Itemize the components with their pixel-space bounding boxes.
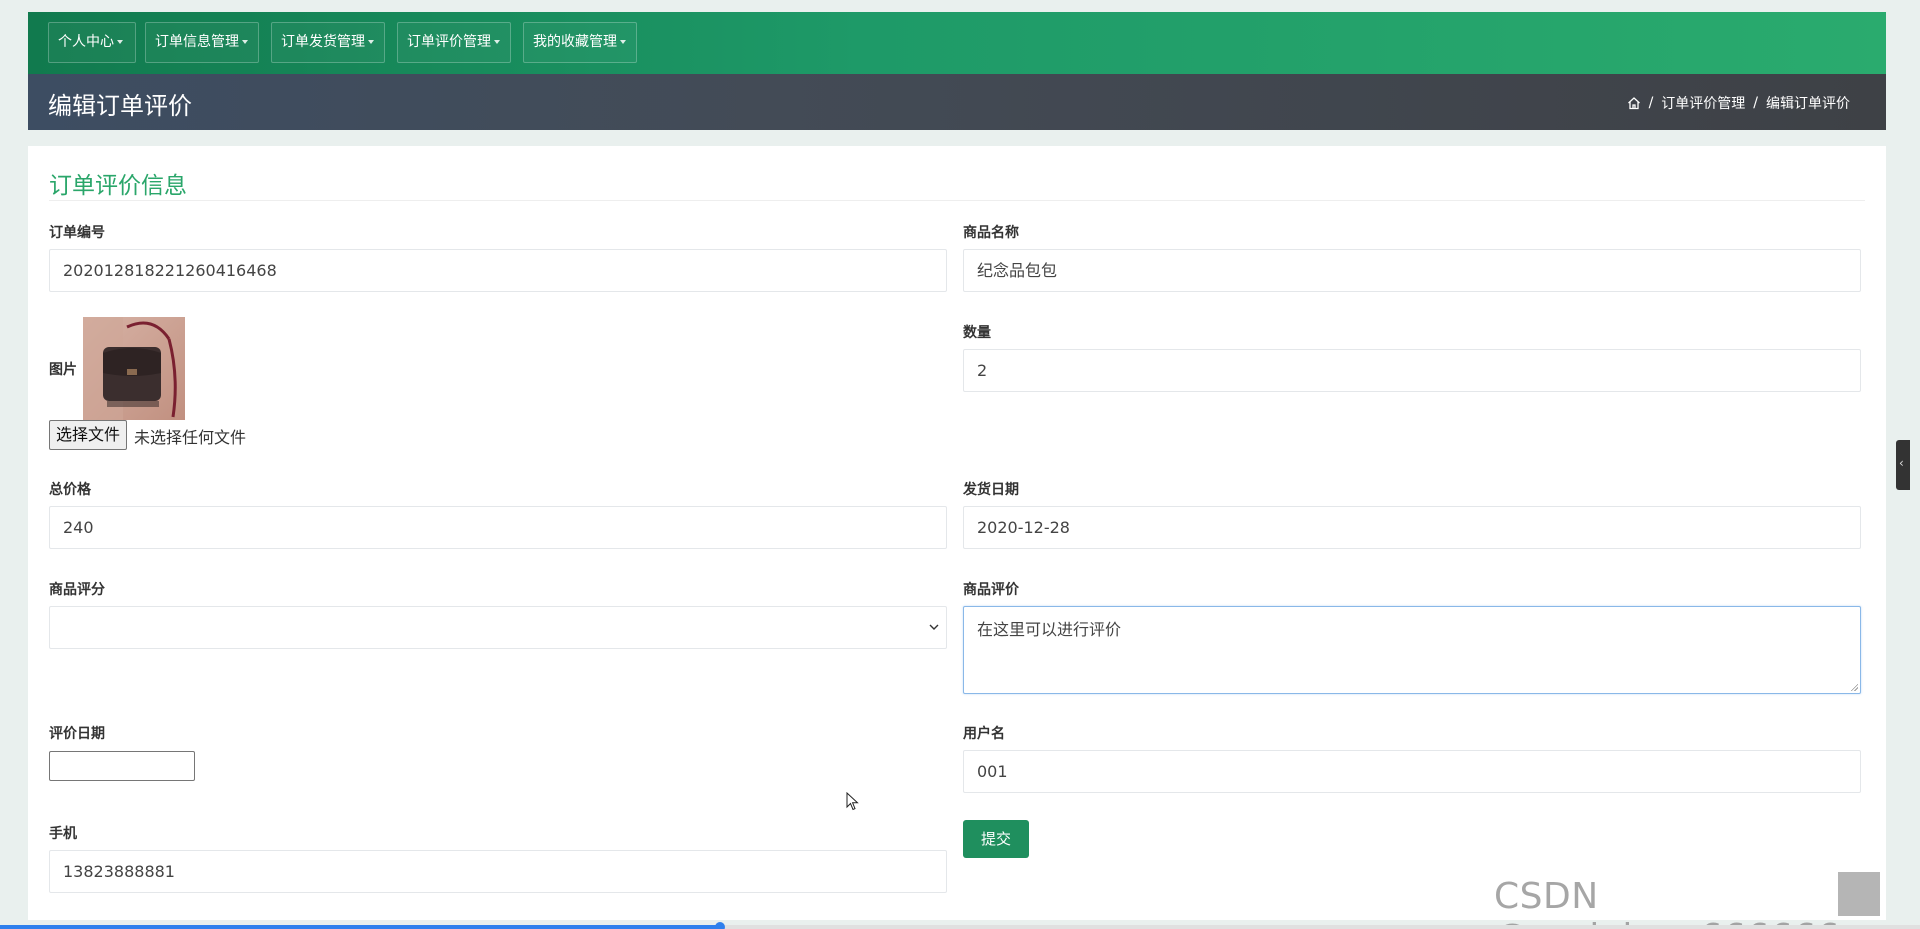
caret-down-icon [368, 40, 374, 44]
chevron-down-icon [929, 624, 939, 630]
caret-down-icon [494, 40, 500, 44]
review-date-label: 评价日期 [49, 726, 105, 742]
order-no-input[interactable]: 202012818221260416468 [49, 249, 947, 292]
nav-item-label: 订单发货管理 [281, 34, 365, 50]
progress-fill [0, 925, 720, 929]
breadcrumb-separator: / [1648, 95, 1654, 111]
nav-item-favorites[interactable]: 我的收藏管理 [523, 22, 637, 63]
caret-down-icon [117, 40, 123, 44]
top-navbar: 个人中心 订单信息管理 订单发货管理 订单评价管理 我的收藏管理 [28, 12, 1886, 74]
home-icon[interactable] [1627, 96, 1641, 110]
product-name-input[interactable]: 纪念品包包 [963, 249, 1861, 292]
file-status-text: 未选择任何文件 [134, 428, 247, 447]
resize-grip-icon[interactable] [1850, 683, 1858, 691]
nav-item-label: 订单评价管理 [407, 34, 491, 50]
page-header: 编辑订单评价 / 订单评价管理 / 编辑订单评价 [28, 74, 1886, 130]
mouse-cursor-icon [846, 792, 859, 811]
review-label: 商品评价 [963, 582, 1019, 598]
nav-item-order-info[interactable]: 订单信息管理 [145, 22, 259, 63]
phone-label: 手机 [49, 826, 77, 842]
quantity-label: 数量 [963, 325, 991, 341]
caret-down-icon [620, 40, 626, 44]
username-label: 用户名 [963, 726, 1005, 742]
section-title: 订单评价信息 [49, 173, 187, 199]
phone-input[interactable]: 13823888881 [49, 850, 947, 893]
nav-item-order-review[interactable]: 订单评价管理 [397, 22, 511, 63]
product-name-label: 商品名称 [963, 225, 1019, 241]
chevron-left-icon: ‹ [1899, 456, 1904, 470]
nav-item-personal-center[interactable]: 个人中心 [48, 22, 136, 63]
caret-down-icon [242, 40, 248, 44]
watermark: CSDN @nodejava666666 [1494, 876, 1840, 929]
nav-item-label: 订单信息管理 [155, 34, 239, 50]
review-date-input[interactable] [49, 751, 195, 781]
video-progress-bar[interactable] [0, 922, 1920, 929]
breadcrumb-separator: / [1753, 95, 1758, 111]
form-panel: 订单评价信息 订单编号 202012818221260416468 商品名称 纪… [28, 146, 1886, 920]
nav-item-label: 个人中心 [58, 34, 114, 50]
page-title: 编辑订单评价 [48, 92, 192, 120]
product-image [83, 317, 185, 420]
total-price-label: 总价格 [49, 482, 91, 498]
ship-date-label: 发货日期 [963, 482, 1019, 498]
nav-item-label: 我的收藏管理 [533, 34, 617, 50]
review-textarea-text: 在这里可以进行评价 [977, 620, 1122, 639]
breadcrumb: / 订单评价管理 / 编辑订单评价 [1627, 93, 1850, 113]
quantity-input[interactable]: 2 [963, 349, 1861, 392]
side-panel-toggle[interactable]: ‹ [1896, 440, 1910, 490]
username-input[interactable]: 001 [963, 750, 1861, 793]
picture-label: 图片 [49, 362, 77, 378]
total-price-input[interactable]: 240 [49, 506, 947, 549]
order-no-label: 订单编号 [49, 225, 105, 241]
submit-button[interactable]: 提交 [963, 820, 1029, 858]
rating-label: 商品评分 [49, 582, 105, 598]
choose-file-button[interactable]: 选择文件 [49, 420, 128, 450]
progress-handle[interactable] [715, 922, 725, 929]
breadcrumb-item-order-review[interactable]: 订单评价管理 [1661, 93, 1745, 113]
breadcrumb-item-current: 编辑订单评价 [1766, 96, 1850, 112]
nav-item-order-shipping[interactable]: 订单发货管理 [271, 22, 385, 63]
rating-select[interactable] [49, 606, 947, 649]
divider [49, 200, 1865, 201]
ship-date-input[interactable]: 2020-12-28 [963, 506, 1861, 549]
review-textarea[interactable]: 在这里可以进行评价 [963, 606, 1861, 694]
